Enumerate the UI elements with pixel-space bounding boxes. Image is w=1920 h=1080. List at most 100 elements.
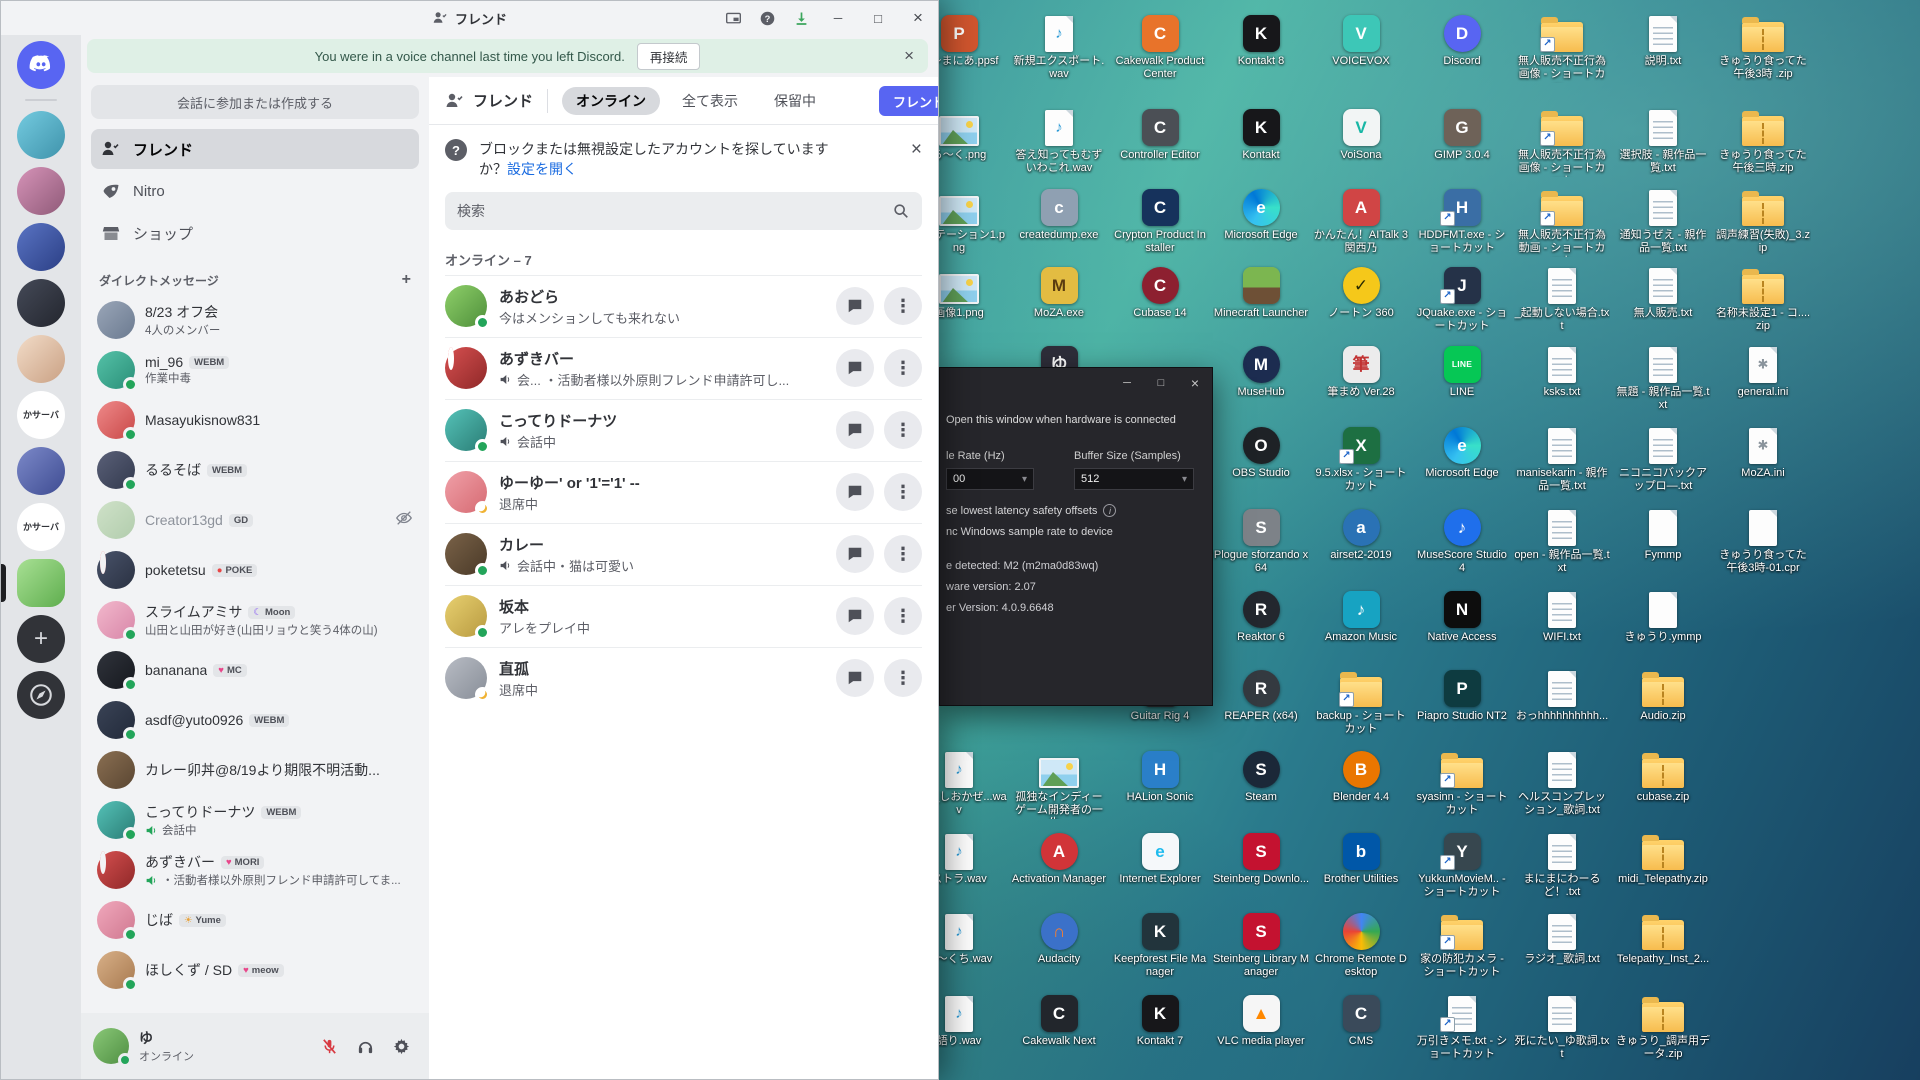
desktop-icon[interactable]: O OBS Studio bbox=[1213, 424, 1309, 480]
more-button[interactable] bbox=[884, 473, 922, 512]
desktop-icon[interactable]: 無人販売不正行為動画 - ショートカット bbox=[1514, 186, 1610, 257]
dm-list-item[interactable]: るるそば WEBM bbox=[89, 445, 421, 495]
dm-list-item[interactable]: じば ☀ Yume bbox=[89, 895, 421, 945]
dm-list-item[interactable]: ほしくず / SD ♥ meow bbox=[89, 945, 421, 995]
desktop-icon[interactable]: きゅうり食ってた午後3時 .zip bbox=[1715, 12, 1811, 81]
tab[interactable]: 保留中 bbox=[760, 87, 830, 115]
desktop-icon[interactable]: C Cakewalk Product Center bbox=[1112, 12, 1208, 81]
desktop-icon[interactable]: S Steam bbox=[1213, 748, 1309, 804]
friend-row[interactable]: あおどら 今はメンションしても来れない bbox=[445, 274, 922, 337]
reconnect-button[interactable]: 再接続 bbox=[636, 42, 701, 70]
friend-row[interactable]: こってりドーナツ 会話中 bbox=[445, 398, 922, 461]
server-rail-item[interactable] bbox=[1, 167, 81, 215]
desktop-icon[interactable]: B Blender 4.4 bbox=[1313, 748, 1409, 804]
sync-sample-rate-label[interactable]: nc Windows sample rate to device bbox=[946, 526, 1113, 538]
desktop-icon[interactable]: M MoZA.exe bbox=[1011, 264, 1107, 320]
dm-list-item[interactable]: mi_96 WEBM 作業中毒 bbox=[89, 345, 421, 395]
server-rail-item[interactable] bbox=[1, 223, 81, 271]
desktop-icon[interactable]: ♪ Amazon Music bbox=[1313, 588, 1409, 644]
friend-row[interactable]: ゆーゆー' or '1'='1' -- 退席中 bbox=[445, 460, 922, 523]
desktop-icon[interactable]: Audio.zip bbox=[1615, 667, 1711, 723]
desktop-icon[interactable]: e Microsoft Edge bbox=[1213, 186, 1309, 242]
desktop-icon[interactable]: C Cubase 14 bbox=[1112, 264, 1208, 320]
desktop-icon[interactable]: おっhhhhhhhhhh... bbox=[1514, 667, 1610, 723]
message-button[interactable] bbox=[836, 349, 874, 388]
desktop-icon[interactable]: ヘルスコンプレッション_歌詞.txt bbox=[1514, 748, 1610, 817]
server-avatar[interactable] bbox=[17, 111, 65, 159]
server-rail-item[interactable] bbox=[1, 615, 81, 663]
server-rail-item[interactable] bbox=[1, 671, 81, 719]
more-button[interactable] bbox=[884, 287, 922, 326]
user-avatar[interactable] bbox=[93, 1028, 132, 1067]
dm-list-item[interactable]: bananana ♥ MC bbox=[89, 645, 421, 695]
desktop-icon[interactable]: まにまにわーるど！.txt bbox=[1514, 830, 1610, 899]
server-avatar[interactable] bbox=[17, 335, 65, 383]
desktop-icon[interactable]: 無人販売不正行為画像 - ショートカット bbox=[1514, 106, 1610, 177]
desktop-icon[interactable]: MoZA.ini bbox=[1715, 424, 1811, 480]
desktop-icon[interactable]: 無題 - 親作品一覧.txt bbox=[1615, 343, 1711, 412]
desktop-icon[interactable]: K Kontakt 8 bbox=[1213, 12, 1309, 68]
server-rail-item[interactable] bbox=[1, 99, 81, 101]
mute-button[interactable] bbox=[313, 1030, 345, 1062]
server-rail-item[interactable] bbox=[1, 335, 81, 383]
desktop-icon[interactable]: Telepathy_Inst_2... bbox=[1615, 910, 1711, 966]
help-icon[interactable]: ? bbox=[750, 1, 784, 35]
desktop-icon[interactable]: D Discord bbox=[1414, 12, 1510, 68]
desktop-icon[interactable]: _起動しない場合.txt bbox=[1514, 264, 1610, 333]
close-button[interactable] bbox=[898, 1, 938, 35]
desktop-icon[interactable]: ▲ VLC media player bbox=[1213, 992, 1309, 1048]
desktop-icon[interactable]: 答え知ってもむずいわこれ.wav bbox=[1011, 106, 1107, 175]
desktop-icon[interactable]: C Controller Editor bbox=[1112, 106, 1208, 162]
desktop-icon[interactable]: backup - ショートカット bbox=[1313, 667, 1409, 736]
desktop-icon[interactable]: K Keepforest File Manager bbox=[1112, 910, 1208, 979]
desktop-icon[interactable]: general.ini bbox=[1715, 343, 1811, 399]
desktop-icon[interactable]: b Brother Utilities bbox=[1313, 830, 1409, 886]
desktop-icon[interactable]: cubase.zip bbox=[1615, 748, 1711, 804]
desktop-icon[interactable]: X 9.5.xlsx - ショートカット bbox=[1313, 424, 1409, 493]
server-rail-item[interactable] bbox=[1, 111, 81, 159]
settings-link[interactable]: 設定を開く bbox=[507, 161, 577, 177]
dm-list-item[interactable]: 8/23 オフ会 4人のメンバー bbox=[89, 295, 421, 345]
maximize-button[interactable] bbox=[858, 1, 898, 35]
dm-list-item[interactable]: asdf@yuto0926 WEBM bbox=[89, 695, 421, 745]
desktop-icon[interactable]: c createdump.exe bbox=[1011, 186, 1107, 242]
desktop-icon[interactable]: WIFI.txt bbox=[1514, 588, 1610, 644]
message-button[interactable] bbox=[836, 659, 874, 698]
desktop-icon[interactable]: きゅうり.ymmp bbox=[1615, 588, 1711, 644]
more-button[interactable] bbox=[884, 349, 922, 388]
desktop-icon[interactable]: Chrome Remote Desktop bbox=[1313, 910, 1409, 979]
desktop-icon[interactable]: K Kontakt 7 bbox=[1112, 992, 1208, 1048]
desktop-icon[interactable]: P Piapro Studio NT2 bbox=[1414, 667, 1510, 723]
desktop-icon[interactable]: 名称未設定1 - コ....zip bbox=[1715, 264, 1811, 333]
server-rail-item[interactable] bbox=[1, 279, 81, 327]
more-button[interactable] bbox=[884, 597, 922, 636]
server-avatar[interactable] bbox=[17, 671, 65, 719]
desktop-icon[interactable]: 無人販売不正行為画像 - ショートカッ... bbox=[1514, 12, 1610, 83]
discord-titlebar[interactable]: フレンド ? bbox=[1, 1, 938, 35]
dialog-maximize-button[interactable] bbox=[1144, 368, 1178, 398]
desktop-icon[interactable]: V VoiSona bbox=[1313, 106, 1409, 162]
friends-search-input[interactable] bbox=[457, 202, 884, 219]
desktop-icon[interactable]: 筆 筆まめ Ver.28 bbox=[1313, 343, 1409, 399]
message-button[interactable] bbox=[836, 597, 874, 636]
desktop-icon[interactable]: きゅうり_調声用データ.zip bbox=[1615, 992, 1711, 1061]
desktop-icon[interactable]: syasinn - ショートカット bbox=[1414, 748, 1510, 817]
desktop-icon[interactable]: H HALion Sonic bbox=[1112, 748, 1208, 804]
more-button[interactable] bbox=[884, 535, 922, 574]
desktop-icon[interactable]: A Activation Manager bbox=[1011, 830, 1107, 886]
dialog-minimize-button[interactable] bbox=[1110, 368, 1144, 398]
desktop-icon[interactable]: LINE LINE bbox=[1414, 343, 1510, 399]
server-avatar[interactable] bbox=[17, 167, 65, 215]
desktop-icon[interactable]: S Steinberg Downlo... bbox=[1213, 830, 1309, 886]
desktop-icon[interactable]: きゅうり食ってた午後3時-01.cpr bbox=[1715, 506, 1811, 575]
conversation-search-button[interactable]: 会話に参加または作成する bbox=[91, 85, 419, 119]
tab[interactable]: オンライン bbox=[562, 86, 661, 115]
message-button[interactable] bbox=[836, 473, 874, 512]
server-rail-item[interactable] bbox=[1, 559, 81, 607]
dm-list-item[interactable]: あずきバー ♥ MORI ・活動者様以外原則フレンド申請許可してま... bbox=[89, 845, 421, 895]
desktop-icon[interactable]: S Plogue sforzando x64 bbox=[1213, 506, 1309, 575]
server-rail-item[interactable] bbox=[1, 447, 81, 495]
desktop-icon[interactable]: H HDDFMT.exe - ショートカット bbox=[1414, 186, 1510, 255]
desktop-icon[interactable]: C Crypton Product Installer bbox=[1112, 186, 1208, 255]
desktop-icon[interactable]: R Reaktor 6 bbox=[1213, 588, 1309, 644]
